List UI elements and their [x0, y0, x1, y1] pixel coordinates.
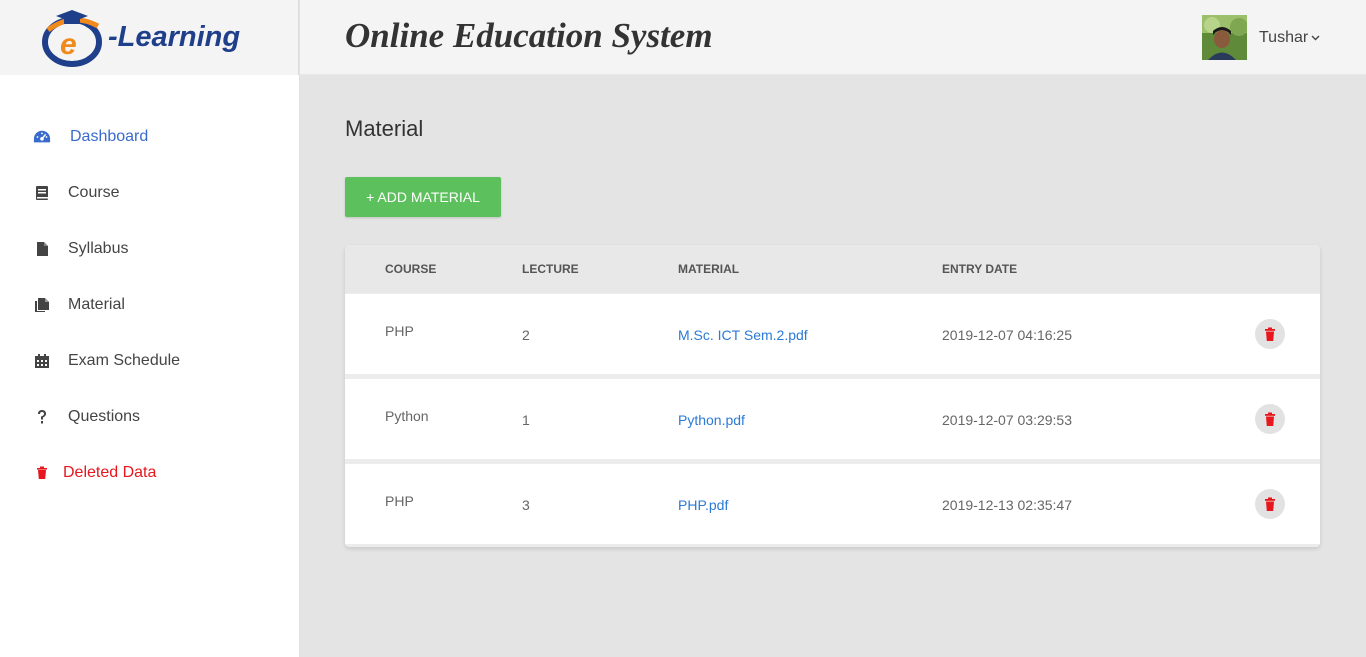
add-material-button[interactable]: + ADD MATERIAL — [345, 177, 501, 217]
column-header-course: COURSE — [385, 262, 437, 276]
sidebar-item-label: Course — [68, 184, 120, 201]
logo-letter: e — [60, 28, 77, 61]
book-icon — [33, 184, 51, 202]
sidebar-item-questions[interactable]: Questions — [33, 408, 140, 426]
sidebar-item-label: Material — [68, 296, 125, 313]
sidebar-item-material[interactable]: Material — [33, 296, 125, 314]
material-link[interactable]: PHP.pdf — [678, 497, 728, 513]
material-link[interactable]: Python.pdf — [678, 412, 745, 428]
column-header-lecture: LECTURE — [522, 262, 579, 276]
sidebar-item-dashboard[interactable]: Dashboard — [33, 128, 148, 146]
cell-course: Python — [385, 408, 429, 424]
trash-icon — [1265, 497, 1275, 511]
table-row: PHP 2 M.Sc. ICT Sem.2.pdf 2019-12-07 04:… — [345, 294, 1320, 374]
column-header-material: MATERIAL — [678, 262, 740, 276]
cell-lecture: 2 — [522, 327, 530, 343]
cell-entry-date: 2019-12-07 03:29:53 — [942, 412, 1072, 428]
table-row: PHP 3 PHP.pdf 2019-12-13 02:35:47 — [345, 464, 1320, 544]
sidebar-item-label: Exam Schedule — [68, 352, 181, 369]
sidebar-item-syllabus[interactable]: Syllabus — [33, 240, 128, 258]
trash-icon — [1265, 412, 1275, 426]
cell-entry-date: 2019-12-07 04:16:25 — [942, 327, 1072, 343]
sidebar-item-deleted-data[interactable]: Deleted Data — [33, 464, 156, 482]
sidebar-item-label: Dashboard — [70, 128, 149, 145]
e-learning-logo[interactable]: e -Learning — [38, 8, 260, 68]
cell-lecture: 1 — [522, 412, 530, 428]
trash-icon — [33, 464, 51, 482]
sidebar-item-label: Deleted Data — [63, 464, 157, 481]
sidebar-item-label: Syllabus — [68, 240, 129, 257]
cell-course: PHP — [385, 493, 414, 509]
material-table: COURSE LECTURE MATERIAL ENTRY DATE PHP 2… — [345, 245, 1320, 547]
cell-lecture: 3 — [522, 497, 530, 513]
file-icon — [33, 240, 51, 258]
files-icon — [33, 296, 51, 314]
sidebar-item-course[interactable]: Course — [33, 184, 120, 202]
delete-button[interactable] — [1255, 404, 1285, 434]
calendar-icon — [33, 352, 51, 370]
material-link[interactable]: M.Sc. ICT Sem.2.pdf — [678, 327, 808, 343]
cell-entry-date: 2019-12-13 02:35:47 — [942, 497, 1072, 513]
dashboard-icon — [33, 128, 51, 146]
page-title: Material — [345, 116, 424, 141]
logo-area: e -Learning — [0, 0, 299, 75]
table-header: COURSE LECTURE MATERIAL ENTRY DATE — [345, 245, 1320, 293]
user-name: Tushar — [1259, 29, 1309, 46]
sidebar-item-exam-schedule[interactable]: Exam Schedule — [33, 352, 180, 370]
trash-icon — [1265, 327, 1275, 341]
logo-text: -Learning — [108, 21, 240, 53]
delete-button[interactable] — [1255, 489, 1285, 519]
question-icon — [33, 408, 51, 426]
sidebar-item-label: Questions — [68, 408, 141, 425]
delete-button[interactable] — [1255, 319, 1285, 349]
chevron-down-icon — [1311, 32, 1320, 44]
table-row: Python 1 Python.pdf 2019-12-07 03:29:53 — [345, 379, 1320, 459]
avatar[interactable] — [1202, 15, 1247, 60]
column-header-entry-date: ENTRY DATE — [942, 262, 1018, 276]
top-bar: Online Education System Tushar — [300, 0, 1366, 75]
cell-course: PHP — [385, 323, 414, 339]
app-title: Online Education System — [345, 16, 713, 55]
sidebar: Dashboard Course Syllabus Material Exam … — [0, 75, 300, 657]
user-menu[interactable]: Tushar — [1259, 29, 1320, 47]
